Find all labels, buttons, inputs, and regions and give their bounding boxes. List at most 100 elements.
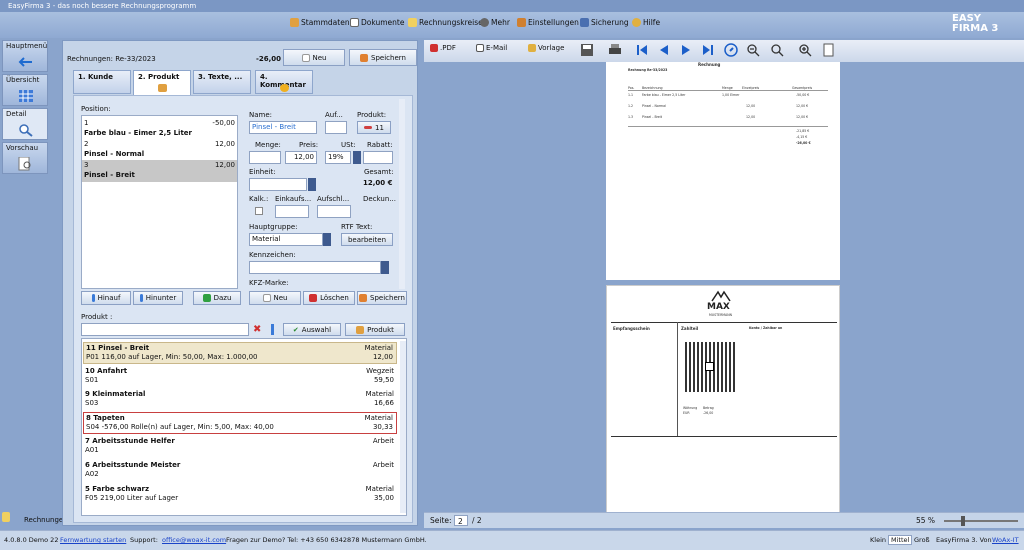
produkt-number-button[interactable]: 11: [357, 121, 391, 134]
kennzeichen-select[interactable]: [249, 261, 381, 274]
product-item-selected[interactable]: 11 Pinsel - Breit Material P01 116,00 auf …: [83, 342, 397, 364]
rtf-label: RTF Text:: [341, 223, 373, 231]
new-doc-button[interactable]: Neu: [283, 49, 345, 66]
auf-field[interactable]: [325, 121, 347, 134]
produkt-filter-button[interactable]: Produkt: [345, 323, 405, 336]
product-item[interactable]: 9 Kleinmaterial Material S03 16,66: [83, 389, 397, 409]
nav-vorschau[interactable]: Vorschau: [2, 142, 48, 174]
nav-hauptmenu[interactable]: Hauptmenü: [2, 40, 48, 72]
swiss-cross-icon: [705, 362, 714, 371]
menge-field[interactable]: [249, 151, 281, 164]
zoom-out-icon[interactable]: [746, 43, 760, 57]
loeschen-button[interactable]: Löschen: [303, 291, 355, 305]
save-doc-button[interactable]: Speichern: [349, 49, 417, 66]
product-item[interactable]: 6 Arbeitsstunde Meister Arbeit A02: [83, 460, 397, 480]
preis-field[interactable]: 12,00: [285, 151, 317, 164]
menu-rechnungskreise[interactable]: Rechnungskreise: [408, 18, 483, 27]
dazu-button[interactable]: Dazu: [193, 291, 241, 305]
product-item-warning[interactable]: 8 Tapeten Material S04 -576,00 Rolle(n) au…: [83, 412, 397, 434]
menu-mehr[interactable]: Mehr: [480, 18, 510, 27]
tab-texte[interactable]: 3. Texte, ...: [193, 70, 251, 94]
menu-hilfe[interactable]: Hilfe: [632, 18, 660, 27]
support-email-link[interactable]: office@woax-it.com: [162, 536, 226, 544]
product-item[interactable]: 10 Anfahrt Wegzeit S01 59,50: [83, 366, 397, 386]
menu-einstellungen[interactable]: Einstellungen: [517, 18, 579, 27]
hinunter-button[interactable]: Hinunter: [133, 291, 183, 305]
brand-subtitle: MUSTERMANN: [709, 313, 732, 317]
nav-uebersicht[interactable]: Übersicht: [2, 74, 48, 106]
tab-produkt[interactable]: 2. Produkt: [133, 70, 191, 96]
email-button[interactable]: E-Mail: [476, 44, 507, 52]
prev-page-icon[interactable]: [658, 44, 670, 56]
hauptgruppe-select[interactable]: Material: [249, 233, 323, 246]
menu-label: Hilfe: [643, 18, 661, 27]
kennzeichen-dropdown-arrow-icon[interactable]: [381, 261, 389, 274]
zoom-slider-thumb[interactable]: [961, 516, 965, 526]
clear-search-icon[interactable]: ✖: [253, 325, 263, 335]
zoom-icon[interactable]: [770, 43, 784, 57]
auswahl-button[interactable]: ✔ Auswahl: [283, 323, 341, 336]
menu-stammdaten[interactable]: Stammdaten: [290, 18, 350, 27]
name-field[interactable]: Pinsel - Breit: [249, 121, 317, 134]
tab-kommentar[interactable]: 4. Kommentar: [255, 70, 313, 94]
position-item[interactable]: 1 -50,00 Farbe blau - Eimer 2,5 Liter: [82, 118, 237, 140]
menu-dokumente[interactable]: Dokumente: [350, 18, 404, 27]
nav-detail[interactable]: Detail: [2, 108, 48, 140]
aufschl-field[interactable]: [317, 205, 351, 218]
page-settings-icon[interactable]: [822, 43, 836, 57]
einheit-dropdown-arrow-icon[interactable]: [308, 178, 316, 191]
magnifier-icon: [19, 124, 33, 137]
doc-total: -26,00: [256, 55, 282, 63]
hauptgruppe-label: Hauptgruppe:: [249, 223, 298, 231]
produkt-search-input[interactable]: [81, 323, 249, 336]
remote-support-link[interactable]: Fernwartung starten: [60, 536, 126, 544]
inv-row-text: Farbe blau - Eimer 2,5 Liter: [642, 93, 686, 97]
product-list[interactable]: 11 Pinsel - Breit Material P01 116,00 auf …: [81, 338, 407, 516]
hauptgruppe-dropdown-arrow-icon[interactable]: [323, 233, 331, 246]
speichern-position-button[interactable]: Speichern: [357, 291, 407, 305]
left-nav: Hauptmenü Übersicht Detail Vorschau Rech…: [0, 38, 63, 530]
menu-sicherung[interactable]: Sicherung: [580, 18, 629, 27]
einheit-select[interactable]: [249, 178, 307, 191]
zoom-slider[interactable]: [944, 520, 1018, 522]
first-page-icon[interactable]: [636, 44, 648, 56]
position-list[interactable]: 1 -50,00 Farbe blau - Eimer 2,5 Liter 2 12,…: [81, 115, 238, 289]
kennzeichen-label: Kennzeichen:: [249, 251, 296, 259]
rabatt-field[interactable]: [363, 151, 393, 164]
save-icon[interactable]: [580, 43, 594, 57]
product-item[interactable]: 5 Farbe schwarz Material F05 219,00 Liter …: [83, 484, 397, 504]
invoice-number: Rechnung Re-33/2023: [628, 68, 668, 72]
last-page-icon[interactable]: [702, 44, 714, 56]
size-gross-option[interactable]: Groß: [914, 536, 930, 544]
vendor-link[interactable]: WoAx-IT: [992, 536, 1019, 544]
position-item-selected[interactable]: 3 12,00 Pinsel - Breit: [82, 160, 237, 182]
size-klein-option[interactable]: Klein: [870, 536, 886, 544]
size-mittel-option[interactable]: Mittel: [888, 535, 913, 545]
rtf-edit-button[interactable]: bearbeiten: [341, 233, 393, 246]
print-icon[interactable]: [608, 43, 622, 57]
ust-select[interactable]: 19%: [325, 151, 351, 164]
einheit-label: Einheit:: [249, 168, 276, 176]
menge-label: Menge:: [255, 141, 281, 149]
inv-row-pos: 1.3: [628, 115, 634, 119]
product-item[interactable]: 7 Arbeitsstunde Helfer Arbeit A01: [83, 436, 397, 456]
pdf-export-button[interactable]: .PDF: [430, 44, 456, 52]
page-number-input[interactable]: 2: [454, 515, 468, 526]
product-list-scrollbar[interactable]: [400, 341, 406, 513]
compass-icon[interactable]: [724, 43, 738, 57]
zoom-in-icon[interactable]: [798, 43, 812, 57]
sort-icon[interactable]: [271, 324, 274, 335]
form-scrollbar[interactable]: [399, 99, 405, 289]
brand-name: MAX: [707, 302, 730, 312]
neu-position-button[interactable]: Neu: [249, 291, 301, 305]
ust-dropdown-arrow-icon[interactable]: [353, 151, 361, 164]
kalk-checkbox[interactable]: [255, 207, 263, 215]
next-page-icon[interactable]: [680, 44, 692, 56]
vorlage-button[interactable]: Vorlage: [528, 44, 564, 52]
hinauf-button[interactable]: Hinauf: [81, 291, 131, 305]
invoice-circles-icon: [408, 18, 417, 27]
position-item[interactable]: 2 12,00 Pinsel - Normal: [82, 139, 237, 161]
tab-kunde[interactable]: 1. Kunde: [73, 70, 131, 94]
payment-part-title: Zahlteil: [681, 326, 699, 331]
einkauf-field[interactable]: [275, 205, 309, 218]
